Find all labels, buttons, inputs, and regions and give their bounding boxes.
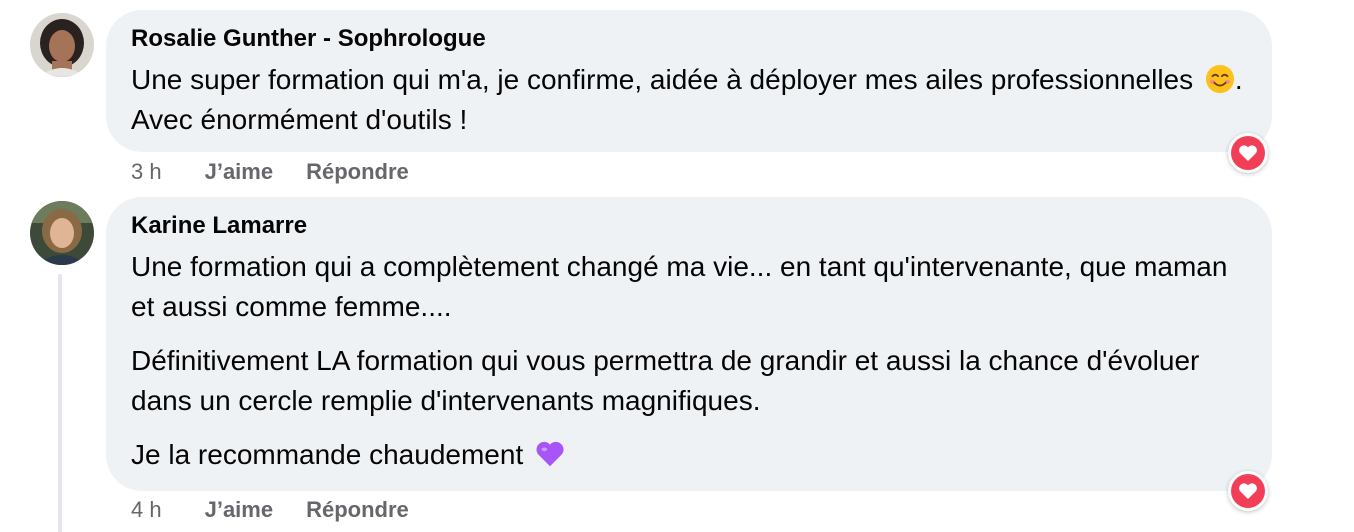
comment-text: Une formation qui a complètement changé … [131, 251, 1228, 322]
comment-text: Je la recommande chaudement [131, 435, 1248, 475]
comment-bubble: Rosalie Gunther - Sophrologue Une super … [106, 10, 1272, 152]
avatar[interactable] [30, 201, 94, 265]
like-button[interactable]: J’aime [205, 159, 274, 185]
reply-thread-line [58, 274, 62, 532]
comment-timestamp[interactable]: 4 h [131, 497, 162, 523]
comments-section: Rosalie Gunther - Sophrologue Une super … [0, 0, 1354, 532]
comment-author[interactable]: Rosalie Gunther - Sophrologue [131, 24, 1248, 54]
purple-heart-emoji [536, 441, 564, 467]
comment-actions: 4 h J’aime Répondre [131, 495, 442, 525]
comment-timestamp[interactable]: 3 h [131, 159, 162, 185]
smiling-face-emoji [1205, 64, 1234, 94]
comment-author[interactable]: Karine Lamarre [131, 211, 1248, 241]
reply-button[interactable]: Répondre [306, 497, 409, 523]
avatar[interactable] [30, 13, 94, 77]
heart-reaction-icon[interactable] [1228, 133, 1268, 173]
comment-text: Une super formation qui m'a, je confirme… [131, 64, 1243, 135]
comment-actions: 3 h J’aime Répondre [131, 157, 442, 187]
heart-reaction-icon[interactable] [1228, 471, 1268, 511]
comment-text: Définitivement LA formation qui vous per… [131, 345, 1200, 416]
comment-bubble: Karine Lamarre Une formation qui a compl… [106, 197, 1272, 491]
reply-button[interactable]: Répondre [306, 159, 409, 185]
like-button[interactable]: J’aime [205, 497, 274, 523]
